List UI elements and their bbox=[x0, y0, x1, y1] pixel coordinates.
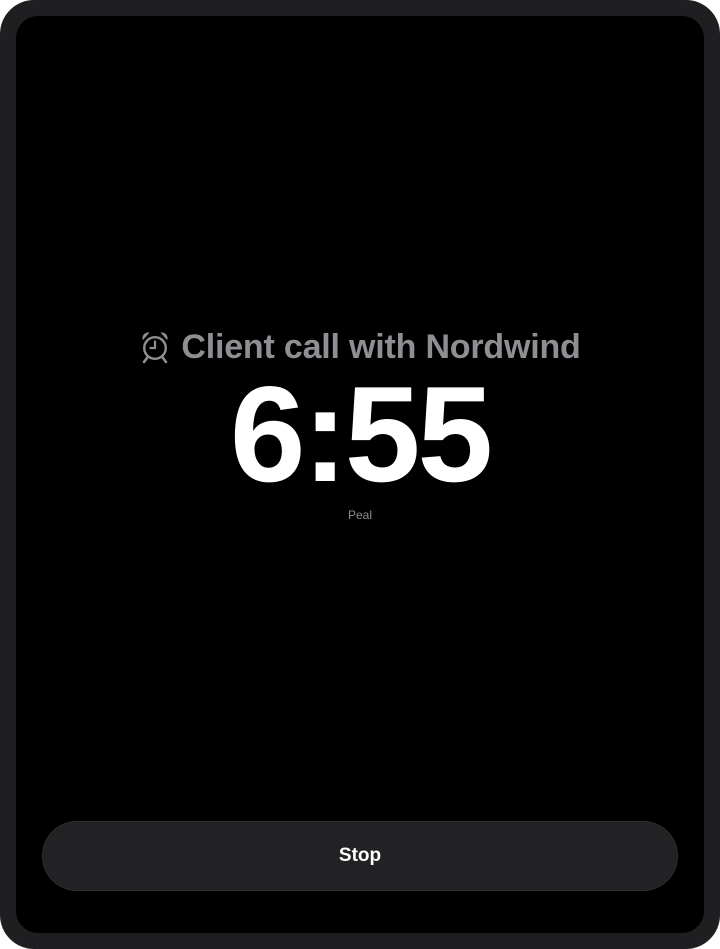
stop-button[interactable]: Stop bbox=[42, 821, 678, 891]
alarm-sound-label: Peal bbox=[347, 508, 373, 522]
alarm-time: 6:55 bbox=[229, 358, 493, 510]
alarm-clock-icon bbox=[142, 332, 168, 364]
device-frame: Client call with Nordwind 6:55 Peal Stop bbox=[0, 0, 720, 949]
alarm-screen: Client call with Nordwind 6:55 Peal Stop bbox=[16, 16, 704, 933]
